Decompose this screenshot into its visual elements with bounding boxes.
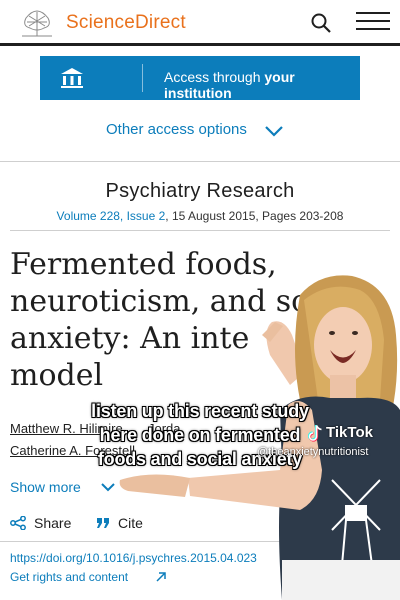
menu-icon[interactable] [356,12,390,32]
search-icon[interactable] [310,12,332,34]
divider [0,161,400,162]
volume-link[interactable]: Volume 228, Issue 2 [57,209,166,223]
button-divider [142,64,143,92]
tiktok-logo-icon [307,425,322,442]
chevron-down-icon[interactable] [100,481,116,493]
rights-link[interactable]: Get rights and content [10,570,128,584]
cite-button[interactable]: Cite [118,515,143,531]
quote-icon[interactable] [96,517,110,529]
access-label: Access through your institution [164,69,295,101]
volume-info: Volume 228, Issue 2, 15 August 2015, Pag… [0,209,400,223]
journal-name[interactable]: Psychiatry Research [0,180,400,203]
external-arrow-icon[interactable] [156,572,166,582]
share-button[interactable]: Share [34,515,71,531]
article-title: Fermented foods, neuroticism, and so anx… [10,247,310,393]
share-icon[interactable] [10,516,26,530]
elsevier-tree-logo[interactable] [18,6,56,38]
doi-link[interactable]: https://doi.org/10.1016/j.psychres.2015.… [10,551,257,565]
tiktok-watermark: TikTok [326,424,373,441]
video-caption-line: listen up this recent study [91,401,309,421]
institution-icon [61,68,83,88]
other-access-options-link[interactable]: Other access options [106,121,247,138]
access-institution-button[interactable]: Access through your institution [40,56,360,101]
site-header: ScienceDirect [0,0,400,46]
brand-name[interactable]: ScienceDirect [66,12,186,34]
divider [0,541,400,542]
chevron-down-icon[interactable] [264,124,284,138]
creator-handle: @theanxietynutritionist [257,446,369,458]
divider [10,230,390,231]
show-more-button[interactable]: Show more [10,479,81,495]
volume-details: , 15 August 2015, Pages 203-208 [165,209,344,223]
